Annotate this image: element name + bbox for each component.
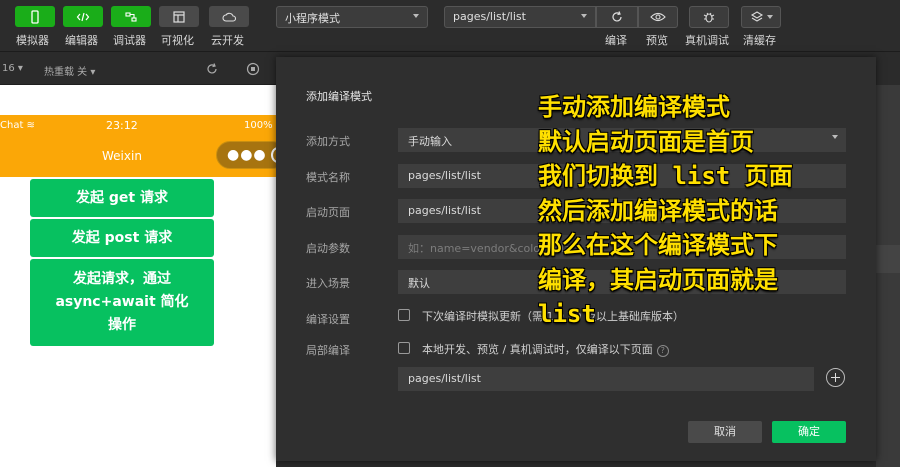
battery-text: 100% xyxy=(244,120,273,131)
async-request-button[interactable]: 发起请求，通过 async+await 简化操作 xyxy=(30,259,214,346)
mode-select[interactable]: 小程序模式 xyxy=(276,6,428,28)
layout-icon xyxy=(173,10,185,23)
visual-toggle-button[interactable] xyxy=(159,6,199,27)
scene-value: 默认 xyxy=(408,277,430,290)
compile-mode-value: pages/list/list xyxy=(453,10,526,23)
bug-icon xyxy=(703,12,715,23)
zoom-select[interactable]: 16 ▾ xyxy=(2,63,23,74)
cloud-dev-button[interactable] xyxy=(209,6,249,27)
visual-label: 可视化 xyxy=(161,34,194,47)
nav-title: Weixin xyxy=(102,149,142,163)
cancel-button[interactable]: 取消 xyxy=(688,421,762,443)
wifi-icon: ≋ xyxy=(23,120,35,131)
chevron-down-icon xyxy=(581,14,587,18)
reload-icon[interactable] xyxy=(205,62,219,76)
help-icon[interactable]: ? xyxy=(656,345,669,357)
method-value: 手动输入 xyxy=(408,135,452,148)
params-label: 启动参数 xyxy=(306,242,350,255)
carrier-text: Chat ≋ xyxy=(0,120,35,131)
cloud-icon xyxy=(222,12,236,22)
get-request-button[interactable]: 发起 get 请求 xyxy=(30,179,214,217)
compile-setting-label: 编译设置 xyxy=(306,313,350,326)
stop-icon[interactable] xyxy=(246,62,260,76)
layers-icon xyxy=(750,11,763,22)
post-request-button[interactable]: 发起 post 请求 xyxy=(30,219,214,257)
clear-cache-button[interactable] xyxy=(741,6,781,28)
partial-compile-checkbox[interactable] xyxy=(398,342,410,354)
chevron-down-icon xyxy=(413,14,419,18)
name-label: 模式名称 xyxy=(306,171,350,184)
simulator-label: 模拟器 xyxy=(16,34,49,47)
editor-toggle-button[interactable] xyxy=(63,6,103,27)
partial-compile-label: 局部编译 xyxy=(306,344,350,357)
more-icon[interactable]: ●●● xyxy=(227,148,267,162)
preview-label: 预览 xyxy=(646,34,668,47)
compile-button[interactable] xyxy=(596,6,638,28)
carrier-name: Chat xyxy=(0,120,24,131)
dialog-title: 添加编译模式 xyxy=(306,90,372,103)
hot-reload-value: 热重载 关 xyxy=(44,67,88,78)
partial-compile-text-value: 本地开发、预览 / 真机调试时，仅编译以下页面 xyxy=(422,343,653,356)
clear-cache-label: 清缓存 xyxy=(743,34,776,47)
code-icon xyxy=(76,12,90,21)
scene-label: 进入场景 xyxy=(306,277,350,290)
eye-icon xyxy=(650,12,666,22)
remote-debug-button[interactable] xyxy=(689,6,729,28)
refresh-icon xyxy=(612,11,622,22)
debugger-toggle-button[interactable] xyxy=(111,6,151,27)
partial-page-input[interactable]: pages/list/list xyxy=(398,367,814,391)
remote-debug-label: 真机调试 xyxy=(685,34,729,47)
debugger-label: 调试器 xyxy=(113,34,146,47)
status-time: 23:12 xyxy=(106,119,138,132)
start-page-value: pages/list/list xyxy=(408,204,481,217)
zoom-value: 16 xyxy=(2,63,15,74)
phone-navigation-bar: Chat ≋ 23:12 100% Weixin ●●● xyxy=(0,115,286,177)
simulator-toggle-button[interactable] xyxy=(15,6,55,27)
editor-label: 编辑器 xyxy=(65,34,98,47)
method-label: 添加方式 xyxy=(306,135,350,148)
top-toolbar: 模拟器 编辑器 调试器 可视化 云开发 小程序模式 pages/list/lis… xyxy=(0,0,900,52)
compile-label: 编译 xyxy=(605,34,627,47)
cloud-dev-label: 云开发 xyxy=(211,34,244,47)
partial-compile-text: 本地开发、预览 / 真机调试时，仅编译以下页面? xyxy=(422,341,669,357)
hot-reload-toggle[interactable]: 热重载 关 ▾ xyxy=(44,63,95,78)
mode-select-value: 小程序模式 xyxy=(285,12,340,25)
preview-button[interactable] xyxy=(638,6,678,28)
compile-mode-select[interactable]: pages/list/list xyxy=(444,6,596,28)
phone-icon xyxy=(31,9,39,24)
debug-icon xyxy=(125,11,137,22)
simulate-update-checkbox[interactable] xyxy=(398,309,410,321)
add-page-icon[interactable] xyxy=(826,368,845,387)
start-page-label: 启动页面 xyxy=(306,206,350,219)
annotation-overlay: 手动添加编译模式 默认启动页面是首页 我们切换到 list 页面 然后添加编译模… xyxy=(538,93,793,328)
confirm-button[interactable]: 确定 xyxy=(772,421,846,443)
chevron-down-icon xyxy=(766,15,773,19)
